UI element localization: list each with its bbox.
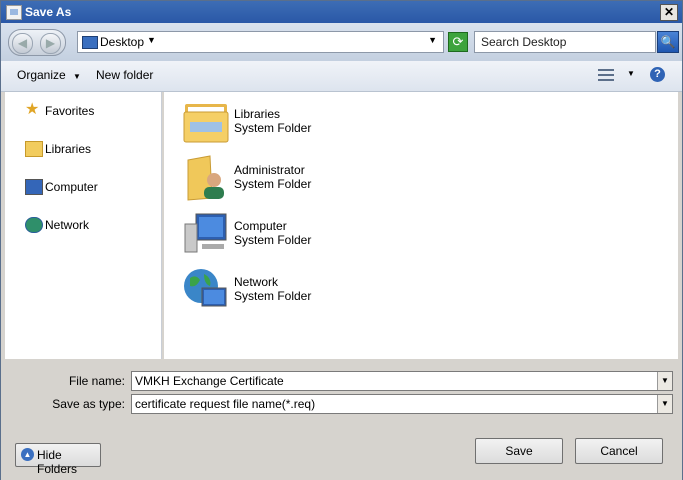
item-name: Network — [234, 275, 279, 289]
forward-button[interactable]: ▶ — [40, 33, 61, 54]
save-as-dialog: Save As ✕ ◀ ▶ Desktop ▼ ▼ ⟳ Search Deskt… — [0, 0, 683, 480]
save-button[interactable]: Save — [475, 438, 563, 464]
address-bar[interactable]: Desktop ▼ ▼ — [77, 31, 444, 53]
user-folder-icon — [187, 155, 224, 201]
back-button[interactable]: ◀ — [12, 33, 33, 54]
file-name-value[interactable]: VMKH Exchange Certificate — [135, 374, 284, 388]
refresh-button[interactable]: ⟳ — [448, 32, 468, 52]
title-bar: Save As ✕ — [1, 1, 682, 23]
file-name-field[interactable]: VMKH Exchange Certificate ▼ — [131, 371, 673, 391]
help-button[interactable]: ? — [650, 67, 665, 82]
new-folder-button[interactable]: New folder — [96, 68, 153, 82]
dialog-app-icon — [6, 5, 22, 20]
address-dropdown-icon[interactable]: ▼ — [428, 35, 437, 45]
close-button[interactable]: ✕ — [660, 4, 678, 21]
computer-icon — [184, 213, 227, 253]
item-name: Computer — [234, 219, 287, 233]
sidebar-item-label: Libraries — [45, 142, 92, 156]
navigation-pane: ★ Favorites Libraries Computer Network — [5, 92, 162, 359]
libraries-folder-icon — [183, 104, 229, 143]
network-globe-icon — [184, 269, 227, 307]
sidebar-item-label: Network — [45, 218, 90, 232]
network-icon — [25, 217, 43, 233]
organize-label: Organize — [17, 68, 66, 82]
star-icon: ★ — [25, 101, 40, 118]
navigation-bar: ◀ ▶ Desktop ▼ ▼ ⟳ Search Desktop 🔍 — [1, 23, 682, 61]
breadcrumb-chevron-icon[interactable]: ▼ — [147, 35, 156, 45]
dialog-title: Save As — [25, 5, 72, 19]
search-input[interactable]: Search Desktop — [474, 31, 656, 53]
save-type-label: Save as type: — [52, 397, 125, 411]
search-placeholder[interactable]: Search Desktop — [481, 35, 566, 49]
list-item[interactable]: Computer System Folder — [182, 210, 422, 262]
file-name-label: File name: — [68, 374, 125, 388]
command-toolbar: Organize ▼ New folder ▼ ? — [1, 61, 682, 92]
file-list: Libraries System Folder Administrator Sy… — [164, 92, 678, 359]
item-name: Administrator — [234, 163, 305, 177]
chevron-up-icon: ▲ — [21, 448, 34, 461]
item-type: System Folder — [234, 177, 312, 191]
item-type: System Folder — [234, 289, 312, 303]
desktop-icon — [82, 36, 98, 49]
computer-icon — [25, 179, 43, 195]
item-type: System Folder — [234, 233, 312, 247]
hide-folders-button[interactable]: ▲ Hide Folders — [15, 443, 101, 476]
back-forward-group: ◀ ▶ — [8, 29, 66, 56]
list-item[interactable]: Network System Folder — [182, 266, 422, 318]
cancel-button[interactable]: Cancel — [575, 438, 663, 464]
hide-folders-label: Hide Folders — [37, 448, 78, 476]
chevron-down-icon: ▼ — [73, 72, 81, 81]
chevron-down-icon[interactable]: ▼ — [657, 395, 672, 413]
address-location[interactable]: Desktop — [100, 35, 144, 49]
list-item[interactable]: Libraries System Folder — [182, 98, 422, 150]
change-view-icon[interactable] — [598, 67, 614, 83]
organize-menu[interactable]: Organize ▼ — [17, 68, 81, 82]
save-type-value[interactable]: certificate request file name(*.req) — [135, 397, 315, 411]
chevron-down-icon[interactable]: ▼ — [657, 372, 672, 390]
save-type-select[interactable]: certificate request file name(*.req) ▼ — [131, 394, 673, 414]
sidebar-item-label: Computer — [45, 180, 98, 194]
libraries-icon — [25, 141, 43, 157]
search-icon[interactable]: 🔍 — [657, 31, 679, 53]
sidebar-item-label: Favorites — [45, 104, 95, 118]
item-name: Libraries — [234, 107, 281, 121]
item-type: System Folder — [234, 121, 312, 135]
list-item[interactable]: Administrator System Folder — [182, 154, 422, 206]
view-dropdown-icon[interactable]: ▼ — [627, 69, 635, 78]
